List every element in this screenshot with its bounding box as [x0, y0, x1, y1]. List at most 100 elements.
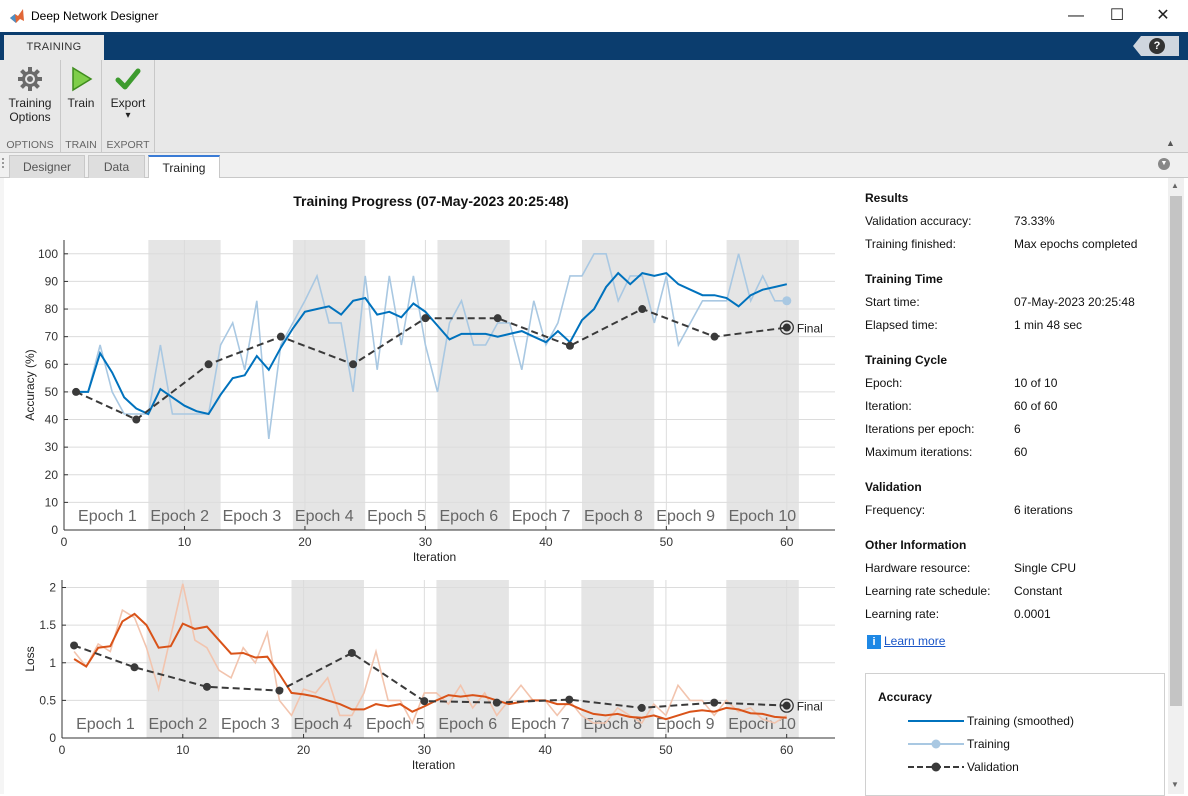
legend-line-validation	[908, 762, 964, 772]
help-area: ?	[1133, 36, 1179, 56]
legend-line-smoothed	[908, 720, 964, 722]
epoch-label: Epoch 4	[293, 716, 352, 733]
validation-point	[421, 314, 430, 323]
info-section-title: Training Time	[865, 272, 943, 286]
y-tick-label: 70	[45, 330, 59, 344]
tab-menu-icon[interactable]: ▼	[1158, 158, 1170, 170]
info-row: Training finished: Max epochs completed	[865, 236, 1165, 259]
x-tick-label: 30	[418, 743, 432, 757]
y-axis-label: Loss	[23, 646, 37, 671]
info-key: Learning rate schedule:	[865, 584, 991, 598]
info-row: Hardware resource: Single CPU	[865, 560, 1165, 583]
x-tick-label: 10	[176, 743, 190, 757]
epoch-label: Epoch 10	[729, 508, 797, 525]
validation-point	[565, 695, 574, 704]
epoch-label: Epoch 7	[511, 716, 570, 733]
x-tick-label: 60	[780, 743, 794, 757]
learn-more-link-row[interactable]: i Learn more	[867, 634, 945, 649]
y-axis-label: Accuracy (%)	[23, 349, 37, 420]
info-value: 6 iterations	[1014, 503, 1073, 517]
epoch-label: Epoch 9	[656, 508, 715, 525]
info-value: 0.0001	[1014, 607, 1051, 621]
info-row: Elapsed time: 1 min 48 sec	[865, 317, 1165, 340]
y-tick-label: 60	[45, 357, 59, 371]
x-tick-label: 20	[297, 743, 311, 757]
validation-point	[710, 332, 719, 341]
scroll-down-icon[interactable]: ▼	[1171, 780, 1179, 789]
info-key: Hardware resource:	[865, 561, 971, 575]
validation-point	[349, 360, 358, 369]
close-button[interactable]: ✕	[1140, 0, 1186, 32]
info-section-title: Other Information	[865, 538, 967, 552]
info-row: Epoch: 10 of 10	[865, 375, 1165, 398]
x-tick-label: 0	[59, 743, 66, 757]
info-key: Validation accuracy:	[865, 214, 972, 228]
info-key: Learning rate:	[865, 607, 940, 621]
y-tick-label: 0	[51, 523, 58, 537]
y-tick-label: 50	[45, 385, 59, 399]
x-tick-label: 50	[659, 743, 673, 757]
final-training-point	[782, 296, 792, 306]
info-key: Maximum iterations:	[865, 445, 973, 459]
info-section-gap	[865, 467, 1165, 479]
validation-point	[70, 641, 79, 650]
info-value: 10 of 10	[1014, 376, 1058, 390]
legend: Accuracy Training (smoothed) Training Va…	[865, 673, 1165, 796]
validation-point	[132, 415, 141, 424]
help-icon[interactable]: ?	[1149, 38, 1165, 54]
info-section-gap	[865, 340, 1165, 352]
collapse-ribbon-icon[interactable]: ▲	[1166, 138, 1175, 148]
epoch-shade	[726, 240, 799, 530]
epoch-label: Epoch 3	[221, 716, 280, 733]
info-value: 6	[1014, 422, 1021, 436]
info-section-title: Results	[865, 191, 909, 205]
training-plots: 01020304050607080901000 10 20 30 40 50 60Itera…	[23, 240, 835, 772]
learn-more-link[interactable]: Learn more	[884, 634, 945, 648]
info-key: Training finished:	[865, 237, 956, 251]
validation-point	[204, 360, 213, 369]
info-icon: i	[867, 634, 881, 649]
epoch-shade	[437, 240, 510, 530]
info-section-title: Training Cycle	[865, 353, 948, 367]
info-value: 73.33%	[1014, 214, 1055, 228]
validation-point	[420, 697, 429, 706]
minimize-button[interactable]: —	[1053, 0, 1099, 32]
info-key: Iterations per epoch:	[865, 422, 975, 436]
info-value: 60 of 60	[1014, 399, 1058, 413]
epoch-label: Epoch 5	[367, 508, 426, 525]
validation-point	[710, 698, 719, 707]
info-row: Iterations per epoch: 6	[865, 421, 1165, 444]
scrollbar-thumb[interactable]	[1170, 196, 1182, 706]
scroll-up-icon[interactable]: ▲	[1171, 181, 1179, 190]
legend-line-training	[908, 739, 964, 749]
info-value: 60	[1014, 445, 1028, 459]
y-tick-label: 100	[38, 247, 58, 261]
info-key: Epoch:	[865, 376, 903, 390]
x-tick-label: 40	[539, 535, 553, 549]
y-tick-label: 2	[49, 581, 56, 595]
info-key: Start time:	[865, 295, 920, 309]
validation-point	[276, 332, 285, 341]
maximize-button[interactable]: ☐	[1094, 0, 1140, 32]
validation-point	[637, 703, 646, 712]
y-tick-label: 30	[45, 440, 59, 454]
x-axis-label: Iteration	[413, 550, 456, 564]
legend-entry-validation: Validation	[908, 760, 1158, 776]
info-value: Constant	[1014, 584, 1063, 598]
final-marker-point	[782, 701, 791, 710]
epoch-label: Epoch 1	[76, 716, 135, 733]
validation-point	[130, 663, 139, 672]
epoch-label: Epoch 3	[223, 508, 282, 525]
epoch-label: Epoch 5	[366, 716, 425, 733]
validation-point	[565, 341, 574, 350]
y-tick-label: 0.5	[39, 693, 56, 707]
x-tick-label: 20	[298, 535, 312, 549]
validation-point	[202, 682, 211, 691]
x-tick-label: 30	[419, 535, 433, 549]
y-tick-label: 20	[45, 468, 59, 482]
x-tick-label: 10	[178, 535, 192, 549]
final-marker-point	[782, 323, 791, 332]
vertical-scrollbar[interactable]: ▲ ▼	[1168, 178, 1184, 794]
info-section-title: Validation	[865, 480, 922, 494]
validation-point	[493, 314, 502, 323]
